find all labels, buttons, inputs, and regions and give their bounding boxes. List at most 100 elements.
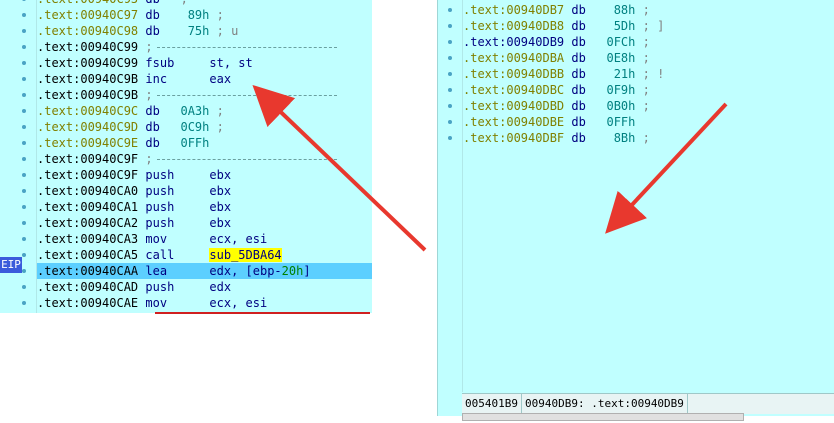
operand: eax — [209, 72, 232, 86]
mnemonic: db — [145, 136, 160, 150]
operand-offset: 20h — [281, 264, 304, 278]
call-target[interactable]: sub_5DBA64 — [209, 248, 282, 262]
operand: 0B0h — [606, 99, 636, 113]
right_listing-row[interactable]: .text:00940DBA db 0E8h ; — [463, 50, 650, 66]
left_listing-row[interactable]: .text:00940C95 db ; — [37, 0, 188, 7]
operand: 88h — [613, 3, 636, 17]
left_listing-row[interactable]: .text:00940CAA lea edx, [ebp-20h] — [37, 263, 372, 279]
right_listing-row[interactable]: .text:00940DB8 db 5Dh ; ] — [463, 18, 664, 34]
left_listing-breakpoint-dot[interactable] — [22, 205, 26, 209]
mnemonic: db — [571, 67, 586, 81]
right_listing-breakpoint-dot[interactable] — [448, 120, 452, 124]
disassembly-view-right[interactable]: .text:00940DB7 db 88h ; .text:00940DB8 db 5… — [437, 0, 834, 416]
left_listing-row[interactable]: .text:00940CA0 push ebx — [37, 183, 231, 199]
mnemonic: push — [145, 200, 175, 214]
right_listing-breakpoint-dot[interactable] — [448, 72, 452, 76]
left_listing-breakpoint-dot[interactable] — [22, 189, 26, 193]
right_listing-row[interactable]: .text:00940DB7 db 88h ; — [463, 2, 650, 18]
left_listing-breakpoint-dot[interactable] — [22, 45, 26, 49]
right_listing-breakpoint-dot[interactable] — [448, 8, 452, 12]
separator-line — [156, 159, 337, 160]
left_listing-breakpoint-dot[interactable] — [22, 77, 26, 81]
address: .text:00940CAE — [37, 296, 139, 310]
comment: ; — [642, 35, 650, 49]
right_listing-breakpoint-dot[interactable] — [448, 56, 452, 60]
left_listing-breakpoint-dot[interactable] — [22, 93, 26, 97]
mnemonic: db — [571, 35, 586, 49]
address: .text:00940DB9 — [463, 35, 565, 49]
address: .text:00940DB8 — [463, 19, 565, 33]
left_listing-breakpoint-dot[interactable] — [22, 109, 26, 113]
left_listing-row[interactable]: .text:00940C9E db 0FFh — [37, 135, 209, 151]
operand-bracket: ] — [303, 264, 311, 278]
left_listing-row[interactable]: .text:00940C9C db 0A3h ; — [37, 103, 224, 119]
left_listing-row[interactable]: .text:00940C97 db 89h ; — [37, 7, 224, 23]
mnemonic: db — [145, 120, 160, 134]
left_listing-row[interactable]: .text:00940C9D db 0C9h ; — [37, 119, 224, 135]
left_listing-breakpoint-dot[interactable] — [22, 157, 26, 161]
mnemonic: mov — [145, 296, 168, 310]
left_listing-breakpoint-dot[interactable] — [22, 61, 26, 65]
left_listing-breakpoint-dot[interactable] — [22, 253, 26, 257]
left_listing-breakpoint-dot[interactable] — [22, 301, 26, 305]
operand: 21h — [613, 67, 636, 81]
left_listing-breakpoint-dot[interactable] — [22, 13, 26, 17]
right_listing-row[interactable]: .text:00940DB9 db 0FCh ; — [463, 34, 650, 50]
mnemonic: db — [145, 0, 173, 7]
separator-line — [156, 95, 337, 96]
left_listing-row[interactable]: .text:00940CA2 push ebx — [37, 215, 231, 231]
left_listing-row[interactable]: .text:00940C99 ; — [37, 39, 337, 55]
left_listing-breakpoint-dot[interactable] — [22, 285, 26, 289]
left_listing-breakpoint-dot[interactable] — [22, 141, 26, 145]
address: .text:00940CA5 — [37, 248, 139, 262]
address: .text:00940C9F — [37, 152, 139, 166]
comment: ; — [642, 83, 650, 97]
left_listing-breakpoint-dot[interactable] — [22, 173, 26, 177]
mnemonic: call — [145, 248, 175, 262]
status-bar: 005401B9 00940DB9: .text:00940DB9 — [462, 393, 834, 414]
left_listing-row[interactable]: .text:00940CA1 push ebx — [37, 199, 231, 215]
left_listing-row[interactable]: .text:00940CA3 mov ecx, esi — [37, 231, 267, 247]
right_listing-breakpoint-dot[interactable] — [448, 88, 452, 92]
address: .text:00940CA2 — [37, 216, 139, 230]
left_listing-row[interactable]: .text:00940C9F ; — [37, 151, 337, 167]
right_listing-row[interactable]: .text:00940DBD db 0B0h ; — [463, 98, 650, 114]
right_listing-row[interactable]: .text:00940DBC db 0F9h ; — [463, 82, 650, 98]
address: .text:00940C9E — [37, 136, 139, 150]
left_listing-row[interactable]: .text:00940CAD push edx — [37, 279, 231, 295]
horizontal-scrollbar[interactable] — [462, 413, 744, 421]
left_listing-breakpoint-dot[interactable] — [22, 125, 26, 129]
right_listing-breakpoint-dot[interactable] — [448, 24, 452, 28]
left_listing-row[interactable]: .text:00940C9F push ebx — [37, 167, 231, 183]
mnemonic: db — [145, 8, 160, 22]
red-underline — [155, 312, 370, 314]
right_listing-row[interactable]: .text:00940DBF db 8Bh ; — [463, 130, 650, 146]
left_listing-row[interactable]: .text:00940C99 fsub st, st — [37, 55, 253, 71]
address: .text:00940CA1 — [37, 200, 139, 214]
right_listing-breakpoint-dot[interactable] — [448, 40, 452, 44]
operand: ebx — [209, 184, 232, 198]
left_listing-breakpoint-dot[interactable] — [22, 269, 26, 273]
right_listing-row[interactable]: .text:00940DBB db 21h ; ! — [463, 66, 664, 82]
operand: ecx, esi — [209, 232, 268, 246]
left_listing-row[interactable]: .text:00940CAE mov ecx, esi — [37, 295, 267, 311]
right_listing-breakpoint-dot[interactable] — [448, 136, 452, 140]
left_listing-breakpoint-dot[interactable] — [22, 237, 26, 241]
eip-marker: EIP — [0, 257, 22, 273]
address: .text:00940DBF — [463, 131, 565, 145]
left_listing-row[interactable]: .text:00940CA5 call sub_5DBA64 — [37, 247, 282, 263]
mnemonic: push — [145, 184, 175, 198]
left_listing-breakpoint-dot[interactable] — [22, 221, 26, 225]
left_listing-breakpoint-dot[interactable] — [22, 29, 26, 33]
right_listing-row[interactable]: .text:00940DBE db 0FFh — [463, 114, 635, 130]
operand: 0F9h — [606, 83, 636, 97]
left_listing-row[interactable]: .text:00940C9B inc eax — [37, 71, 231, 87]
address: .text:00940C99 — [37, 40, 139, 54]
right_listing-breakpoint-dot[interactable] — [448, 104, 452, 108]
left_listing-row[interactable]: .text:00940C98 db 75h ; u — [37, 23, 238, 39]
left_listing-row[interactable]: .text:00940C9B ; — [37, 87, 337, 103]
address: .text:00940C9B — [37, 88, 139, 102]
disassembly-view-left[interactable]: .text:00940C95 db ;.text:00940C97 db89h … — [0, 0, 372, 313]
address: .text:00940DBD — [463, 99, 565, 113]
operand: ecx, esi — [209, 296, 268, 310]
